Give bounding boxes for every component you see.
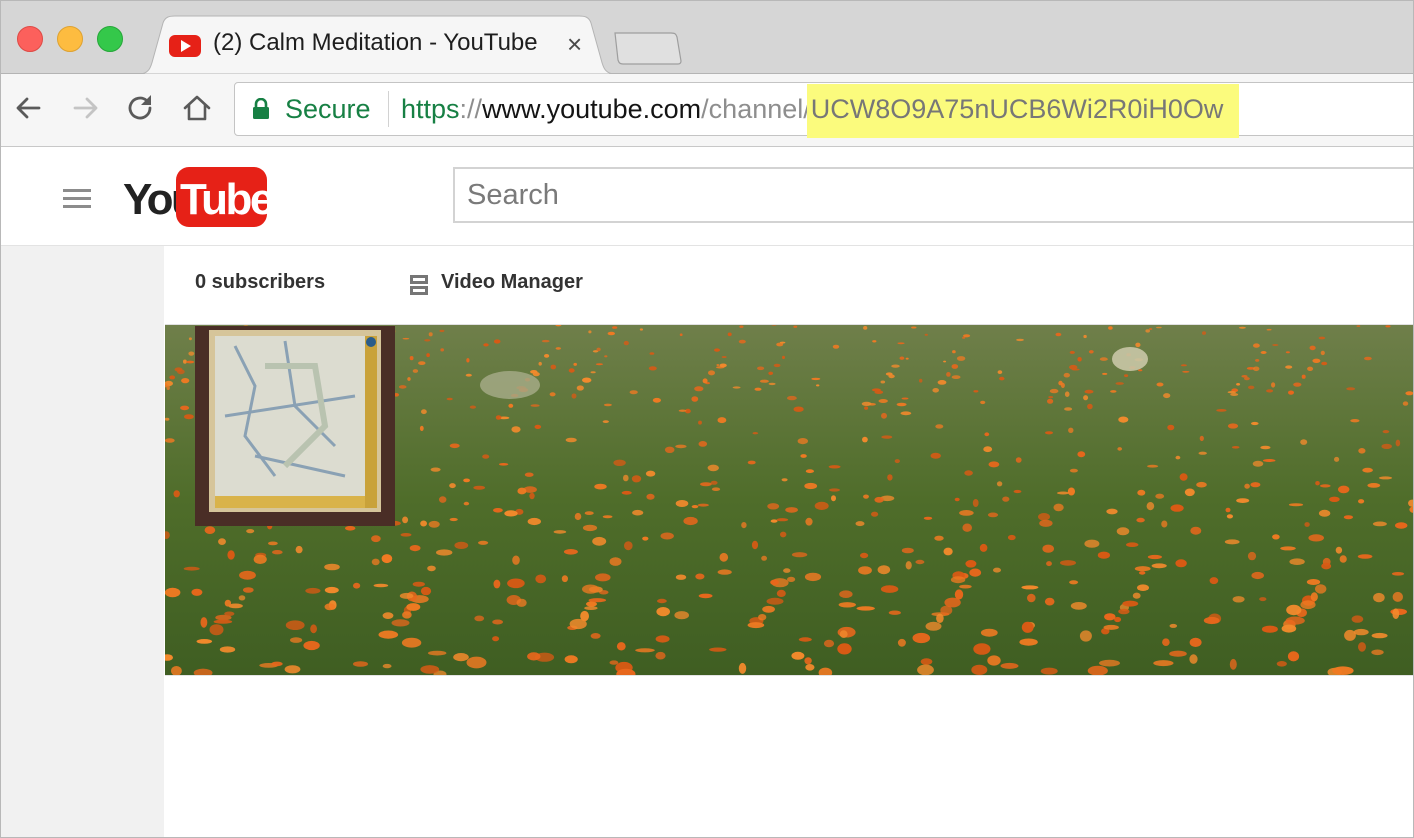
left-sidebar <box>1 246 164 837</box>
video-manager-link[interactable]: Video Manager <box>441 271 583 294</box>
address-separator <box>388 91 389 127</box>
video-manager-icon <box>410 275 428 295</box>
url-path: /channel/ <box>701 94 811 124</box>
url-text[interactable]: https://www.youtube.com/channel/UCW8O9A7… <box>401 84 1240 138</box>
youtube-header: You Tube <box>1 147 1413 246</box>
tab-active[interactable]: (2) Calm Meditation - YouTube × <box>139 15 615 74</box>
search-input[interactable] <box>455 169 1413 221</box>
forward-arrow-icon[interactable] <box>69 92 101 124</box>
close-window-button[interactable] <box>17 26 43 52</box>
new-tab-button[interactable] <box>613 31 683 65</box>
channel-avatar <box>195 326 395 526</box>
lock-icon <box>253 98 269 119</box>
address-bar[interactable]: Secure https://www.youtube.com/channel/U… <box>234 82 1413 138</box>
secure-label: Secure <box>285 94 371 124</box>
minimize-window-button[interactable] <box>57 26 83 52</box>
channel-bar: 0 subscribers Video Manager <box>165 246 1413 325</box>
url-host: www.youtube.com <box>482 94 702 124</box>
hamburger-menu-icon[interactable] <box>63 189 91 209</box>
back-arrow-icon[interactable] <box>13 92 45 124</box>
zoom-window-button[interactable] <box>97 26 123 52</box>
tab-strip: (2) Calm Meditation - YouTube × <box>1 1 1413 74</box>
youtube-logo[interactable]: You Tube <box>123 167 267 227</box>
subscriber-count: 0 subscribers <box>195 271 326 293</box>
tab-title: (2) Calm Meditation - YouTube <box>213 29 538 56</box>
channel-content-area <box>165 675 1413 837</box>
youtube-favicon-icon <box>169 35 201 57</box>
home-icon[interactable] <box>181 92 213 124</box>
search-box[interactable] <box>453 167 1413 223</box>
logo-tube-text: Tube <box>180 175 267 224</box>
url-channel-id-highlighted: UCW8O9A75nUCB6Wi2R0iH0Ow <box>806 84 1240 138</box>
browser-toolbar: Secure https://www.youtube.com/channel/U… <box>1 74 1413 147</box>
url-scheme: https <box>401 94 460 124</box>
url-separator: :// <box>459 94 483 124</box>
reload-icon[interactable] <box>125 92 157 124</box>
browser-window: (2) Calm Meditation - YouTube × Secure h… <box>0 0 1414 838</box>
tab-close-icon[interactable]: × <box>567 29 582 59</box>
